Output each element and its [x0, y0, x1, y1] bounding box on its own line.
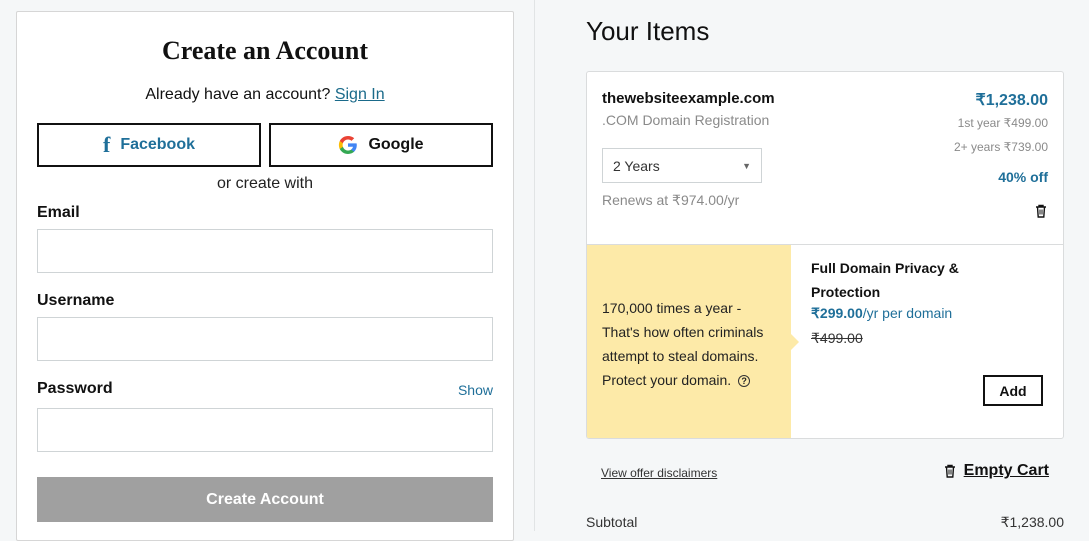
or-create-text: or create with [216, 175, 314, 192]
promo-text: 170,000 times a year - That's how often … [602, 300, 764, 388]
signin-prompt: Already have an account? Sign In [17, 86, 513, 104]
subtotal-value: ₹1,238.00 [1000, 514, 1064, 530]
addon-old-price: ₹499.00 [811, 330, 863, 346]
empty-cart-label: Empty Cart [963, 462, 1049, 479]
username-label: Username [37, 292, 115, 309]
discount-badge: 40% off [998, 169, 1048, 185]
remove-item-button[interactable] [1035, 204, 1047, 223]
addon-price-suffix: /yr per domain [862, 305, 953, 321]
email-field[interactable] [37, 229, 493, 273]
cart-item-card: thewebsiteexample.com .COM Domain Regist… [586, 71, 1064, 439]
google-button[interactable]: Google [269, 123, 493, 167]
email-label: Email [37, 204, 80, 221]
facebook-button[interactable]: f Facebook [37, 123, 261, 167]
trash-icon [944, 464, 955, 478]
question-icon[interactable]: ? [738, 375, 751, 388]
password-label: Password [37, 380, 113, 397]
show-password-toggle[interactable]: Show [458, 382, 493, 398]
empty-cart-button[interactable]: Empty Cart [944, 462, 1049, 480]
promo-box: 170,000 times a year - That's how often … [587, 245, 791, 438]
facebook-label: Facebook [120, 136, 195, 153]
item-price: ₹1,238.00 [975, 92, 1048, 109]
cart-title: Your Items [586, 16, 710, 46]
create-account-button[interactable]: Create Account [37, 477, 493, 522]
renewal-text: Renews at ₹974.00/yr [602, 192, 740, 208]
add-addon-button[interactable]: Add [983, 375, 1043, 406]
trash-icon [1036, 204, 1046, 218]
term-selected-value: 2 Years [613, 157, 660, 174]
addon-title: Full Domain Privacy & Protection [811, 260, 959, 300]
addon-price: ₹299.00 [811, 305, 863, 321]
google-icon [339, 136, 358, 154]
term-select[interactable]: 2 Years ▼ [602, 148, 762, 183]
next-years-price: 2+ years ₹739.00 [953, 140, 1048, 154]
google-label: Google [368, 136, 424, 153]
signin-link[interactable]: Sign In [335, 86, 385, 103]
panel-divider [534, 0, 535, 531]
offer-disclaimers-link[interactable]: View offer disclaimers [601, 466, 717, 480]
signup-panel: Create an Account Already have an accoun… [16, 11, 514, 541]
domain-name: thewebsiteexample.com [602, 90, 775, 107]
password-field[interactable] [37, 408, 493, 452]
domain-type: .COM Domain Registration [602, 112, 770, 128]
chevron-down-icon: ▼ [742, 160, 751, 171]
promo-text-block: 170,000 times a year - That's how often … [602, 296, 782, 392]
facebook-icon: f [102, 132, 111, 157]
promo-pointer [791, 334, 799, 350]
page-title: Create an Account [161, 36, 369, 65]
first-year-price: 1st year ₹499.00 [957, 116, 1048, 130]
already-text: Already have an account? [145, 86, 331, 103]
addon-price-line: ₹299.00/yr per domain [811, 305, 952, 322]
username-field[interactable] [37, 317, 493, 361]
subtotal-label: Subtotal [586, 514, 638, 530]
